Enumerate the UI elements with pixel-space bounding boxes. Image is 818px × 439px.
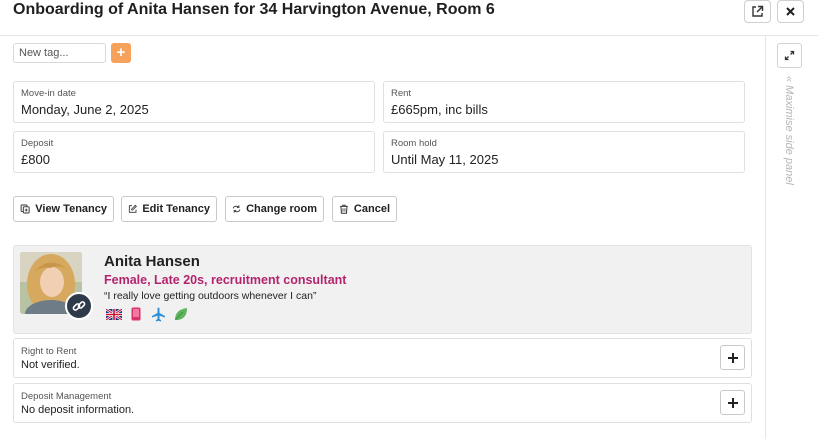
side-panel-divider [765, 36, 766, 439]
edit-tenancy-label: Edit Tenancy [142, 203, 210, 215]
swap-arrows-icon [232, 205, 241, 213]
tenant-description: Female, Late 20s, recruitment consultant [104, 273, 347, 287]
move-in-date-field: Move-in date Monday, June 2, 2025 [13, 81, 375, 123]
new-tag-input[interactable] [13, 43, 106, 63]
room-hold-field: Room hold Until May 11, 2025 [383, 131, 745, 173]
cancel-label: Cancel [353, 203, 390, 215]
close-icon [786, 7, 795, 16]
deposit-management-value: No deposit information. [21, 404, 135, 416]
maximise-side-panel-link[interactable]: « Maximise side panel [783, 76, 795, 185]
airplane-icon [150, 306, 166, 322]
rent-value: £665pm, inc bills [391, 102, 488, 117]
leaf-icon [172, 306, 188, 322]
rent-field: Rent £665pm, inc bills [383, 81, 745, 123]
move-in-date-value: Monday, June 2, 2025 [21, 102, 149, 117]
change-room-label: Change room [246, 203, 317, 215]
add-deposit-management-button[interactable] [720, 390, 745, 415]
deposit-label: Deposit [21, 138, 54, 149]
trash-icon [340, 204, 348, 214]
close-button[interactable] [777, 0, 804, 23]
right-to-rent-label: Right to Rent [21, 346, 77, 357]
add-tag-button[interactable]: + [111, 43, 131, 63]
room-hold-label: Room hold [391, 138, 437, 149]
edit-tenancy-button[interactable]: Edit Tenancy [121, 196, 217, 222]
plus-icon [727, 397, 738, 408]
phone-icon [128, 306, 144, 322]
panel-header: Onboarding of Anita Hansen for 34 Harvin… [0, 0, 818, 36]
deposit-field: Deposit £800 [13, 131, 375, 173]
open-in-new-button[interactable] [744, 0, 771, 23]
edit-icon [128, 204, 137, 213]
plus-icon [727, 352, 738, 363]
view-tenancy-button[interactable]: View Tenancy [13, 196, 114, 222]
deposit-management-label: Deposit Management [21, 391, 112, 402]
external-link-icon [752, 5, 764, 17]
uk-flag-icon [106, 306, 122, 322]
tenant-name: Anita Hansen [104, 253, 200, 270]
link-icon [72, 301, 86, 311]
deposit-management-row: Deposit Management No deposit informatio… [13, 383, 752, 423]
tenant-interest-icons [106, 306, 188, 322]
deposit-value: £800 [21, 152, 50, 167]
room-hold-value: Until May 11, 2025 [391, 152, 499, 167]
tenant-profile-card: Anita Hansen Female, Late 20s, recruitme… [13, 245, 752, 334]
change-room-button[interactable]: Change room [225, 196, 324, 222]
page-title: Onboarding of Anita Hansen for 34 Harvin… [13, 1, 495, 18]
expand-icon [784, 50, 795, 61]
avatar-badge [65, 292, 93, 320]
move-in-date-label: Move-in date [21, 88, 76, 99]
right-to-rent-row: Right to Rent Not verified. [13, 338, 752, 378]
cancel-button[interactable]: Cancel [332, 196, 397, 222]
tenant-quote: “I really love getting outdoors whenever… [104, 290, 317, 302]
maximise-panel-button[interactable] [777, 43, 802, 68]
view-tenancy-label: View Tenancy [35, 203, 107, 215]
add-right-to-rent-button[interactable] [720, 345, 745, 370]
rent-label: Rent [391, 88, 412, 99]
right-to-rent-value: Not verified. [21, 359, 80, 371]
view-document-icon [20, 204, 30, 214]
